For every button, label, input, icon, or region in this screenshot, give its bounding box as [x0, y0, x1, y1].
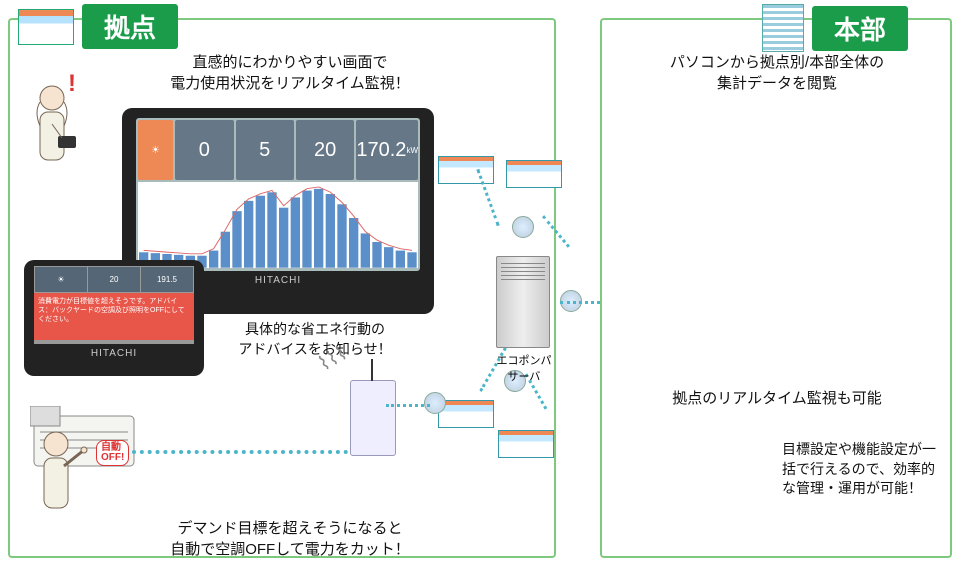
mini-store-3 — [438, 400, 494, 428]
mini-store-4 — [498, 430, 554, 458]
tile-sun-icon: ☀ — [138, 120, 173, 180]
tile-d: 170.2kW — [356, 120, 418, 180]
alert-val-a: 20 — [88, 267, 140, 292]
blurb-realtime-hq: 拠点のリアルタイム監視も可能 — [632, 388, 922, 409]
alert-val-b: 191.5 — [141, 267, 193, 292]
tile-b: 5 — [236, 120, 294, 180]
server — [496, 256, 550, 348]
person-pointing — [22, 426, 92, 536]
globe-icon-4 — [424, 392, 446, 414]
site-panel: 拠点 直感的にわかりやすい画面で電力使用状況をリアルタイム監視！ ! ☀ 0 5… — [8, 18, 556, 558]
blurb-demand: デマンド目標を超えそうになると自動で空調OFFして電力をカット！ — [110, 518, 470, 560]
link-6 — [386, 404, 430, 407]
person-monitoring — [22, 80, 92, 190]
alert-screen: ☀ 20 191.5 消費電力が目標値を超えそうです。アドバイス：バックヤードの… — [34, 266, 194, 344]
tile-a: 0 — [175, 120, 233, 180]
blurb-realtime: 直感的にわかりやすい画面で電力使用状況をリアルタイム監視！ — [110, 52, 470, 94]
alert-icon: ☀ — [35, 267, 87, 292]
blurb-settings: 目標設定や機能設定が一括で行えるので、効率的な管理・運用が可能！ — [782, 440, 942, 499]
alert-message: 消費電力が目標値を超えそうです。アドバイス：バックヤードの空調及び照明をOFFに… — [34, 293, 194, 340]
tile-c: 20 — [296, 120, 354, 180]
tablet-chart — [138, 182, 418, 268]
store-icon — [18, 9, 74, 45]
blurb-pc-view: パソコンから拠点別/本部全体の集計データを閲覧 — [622, 52, 932, 94]
auto-off-badge: 自動 OFF! — [96, 440, 129, 466]
server-label: エコポンパ サーバ — [482, 352, 566, 384]
router-device — [350, 380, 396, 456]
site-title: 拠点 — [82, 4, 178, 49]
hq-panel: 本部 パソコンから拠点別/本部全体の集計データを閲覧 1件 拠点のリアルタイム監… — [600, 18, 952, 558]
site-header: 拠点 — [18, 4, 178, 49]
globe-icon-1 — [512, 216, 534, 238]
hq-title: 本部 — [812, 6, 908, 51]
tablet-screen: ☀ 0 5 20 170.2kW — [136, 118, 420, 271]
dotted-link-ac — [132, 450, 348, 454]
link-3 — [560, 301, 600, 304]
mini-store-1 — [438, 156, 494, 184]
alert-brand: HITACHI — [34, 348, 194, 359]
office-icon — [762, 4, 804, 52]
mini-store-2 — [506, 160, 562, 188]
tablet-alert: ☀ 20 191.5 消費電力が目標値を超えそうです。アドバイス：バックヤードの… — [24, 260, 204, 376]
hq-header: 本部 — [762, 4, 908, 52]
